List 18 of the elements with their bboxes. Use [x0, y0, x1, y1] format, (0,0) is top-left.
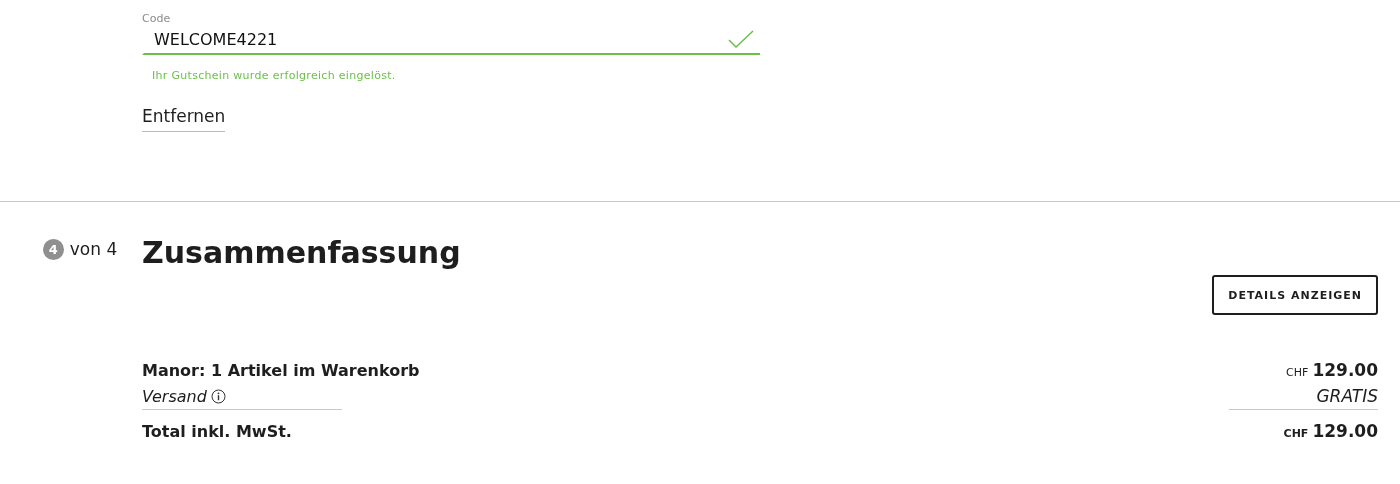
step-number: 4	[42, 238, 64, 260]
success-message: Ihr Gutschein wurde erfolgreich eingelöst.	[152, 69, 397, 82]
remove-link[interactable]: Entfernen	[142, 106, 226, 132]
section-heading: Zusammenfassung	[142, 235, 462, 271]
row-amount: 129.00	[1312, 360, 1378, 380]
code-field[interactable]: WELCOME4221	[142, 25, 760, 55]
row-label: Total inkl. MwSt.	[142, 422, 292, 441]
currency-label: CHF	[1283, 427, 1309, 440]
currency-label: CHF	[1286, 366, 1309, 379]
row-amount: GRATIS	[1316, 386, 1378, 406]
info-icon[interactable]	[210, 389, 226, 404]
row-label: Versand	[142, 387, 207, 406]
row-amount: 129.00	[1312, 421, 1378, 441]
field-label: Code	[142, 12, 172, 25]
checkmark-icon	[728, 30, 754, 48]
step-text: von 4	[69, 239, 118, 259]
row-label: Manor: 1 Artikel im Warenkorb	[142, 361, 420, 380]
details-button[interactable]: DETAILS ANZEIGEN	[1212, 275, 1378, 315]
